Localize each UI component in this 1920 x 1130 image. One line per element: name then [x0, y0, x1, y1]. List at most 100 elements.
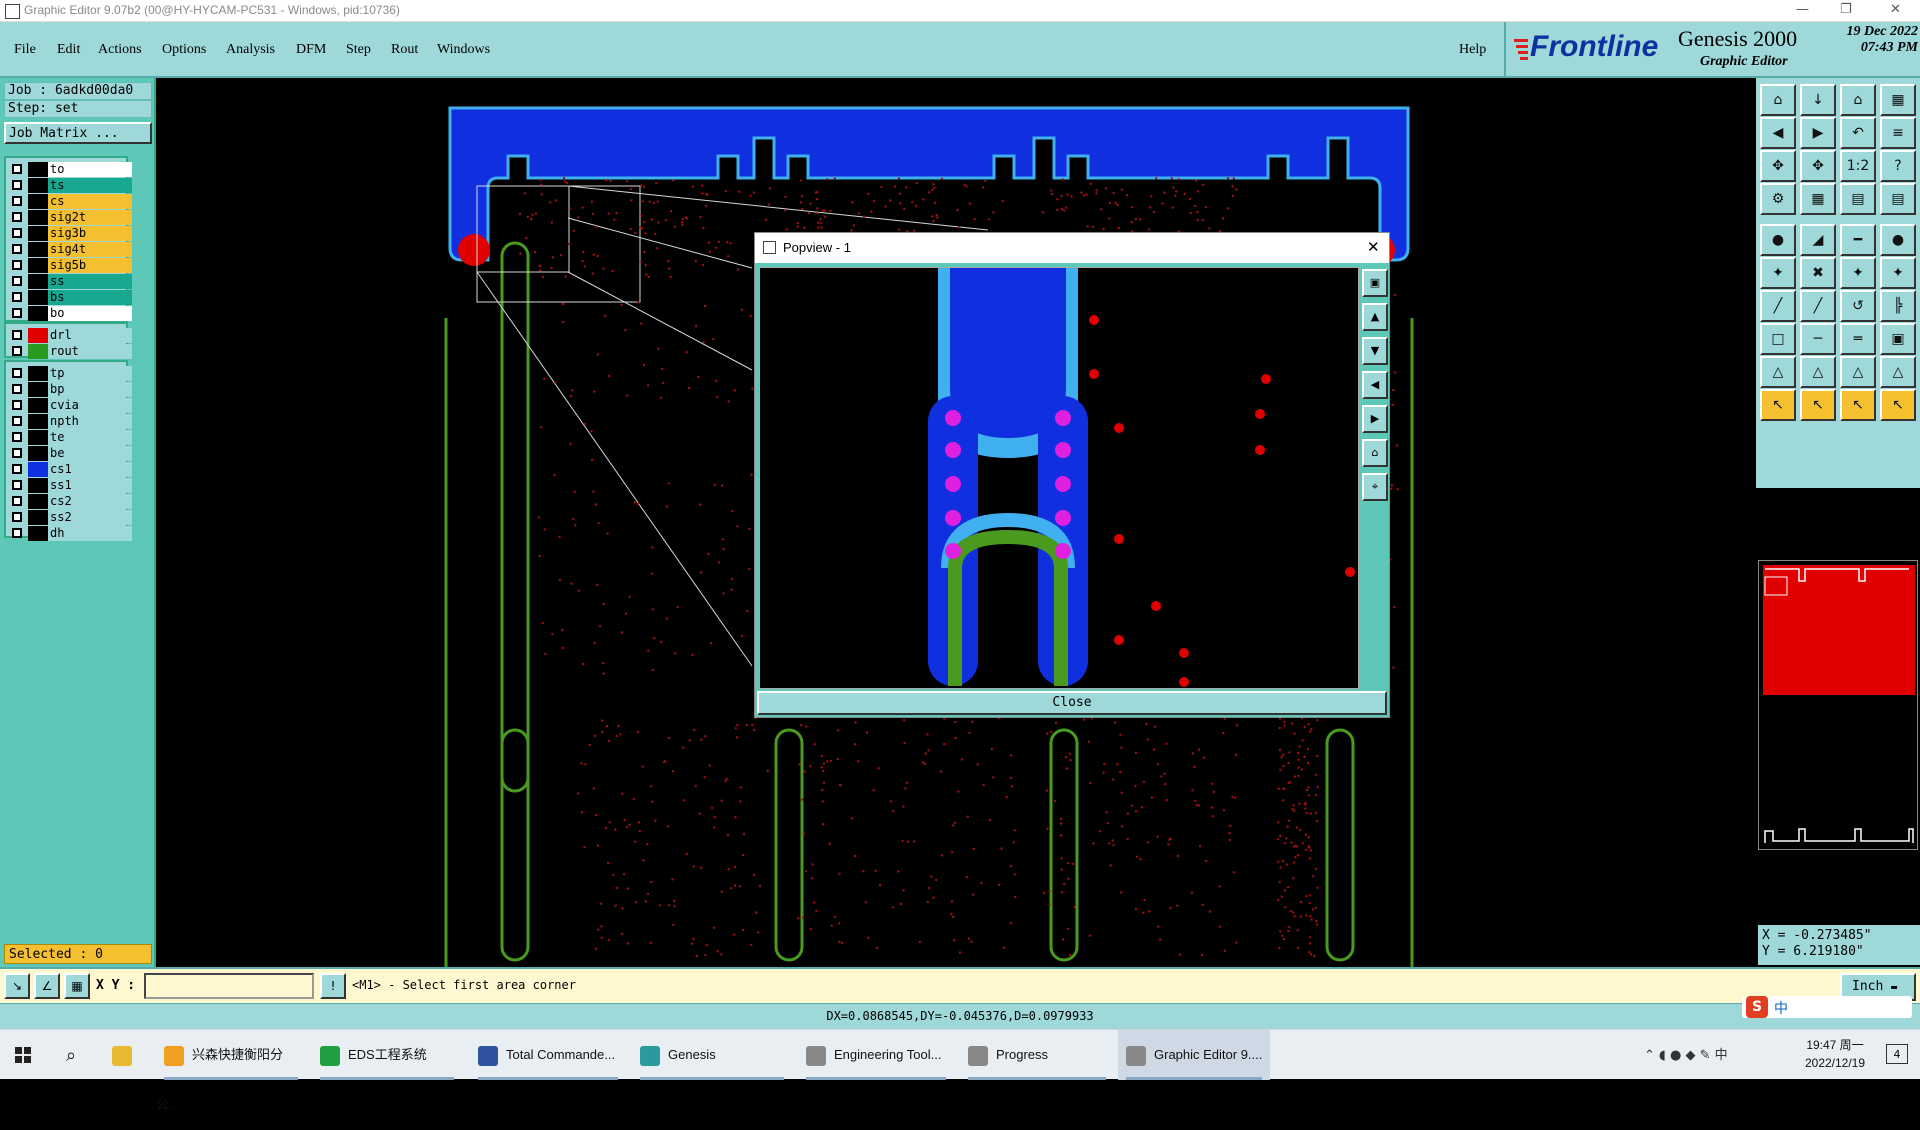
menu-edit[interactable]: Edit: [57, 42, 80, 58]
layer-checkbox[interactable]: [12, 164, 22, 174]
layer-name[interactable]: cs1: [48, 462, 132, 477]
maximize-button[interactable]: ❐: [1840, 2, 1852, 17]
layer-checkbox[interactable]: [12, 512, 22, 522]
system-clock[interactable]: 19:47 周一 2022/12/19: [1790, 1036, 1880, 1072]
layer-color-swatch[interactable]: [28, 478, 48, 493]
tray-icons[interactable]: ⌃ ◖ ● ◆ ✎ 中: [1644, 1044, 1774, 1066]
layer-checkbox[interactable]: [12, 276, 22, 286]
layer-color-swatch[interactable]: [28, 194, 48, 209]
layer-row-sig5b[interactable]: sig5b: [10, 258, 132, 273]
taskbar-item[interactable]: Total Commande...: [470, 1030, 626, 1080]
minimize-button[interactable]: —: [1796, 2, 1809, 17]
layer-checkbox[interactable]: [12, 528, 22, 538]
layer-name[interactable]: rout: [48, 344, 132, 359]
triangle-icon[interactable]: △: [1760, 356, 1796, 388]
layer-color-swatch[interactable]: [28, 274, 48, 289]
menu-dfm[interactable]: DFM: [296, 42, 326, 58]
layer-checkbox[interactable]: [12, 292, 22, 302]
layer-name[interactable]: te: [48, 430, 132, 445]
layer-name[interactable]: be: [48, 446, 132, 461]
layer-color-swatch[interactable]: [28, 446, 48, 461]
menu-rout[interactable]: Rout: [391, 42, 418, 58]
snap2-icon[interactable]: ▤: [1880, 183, 1916, 215]
measure-icon[interactable]: ∠: [34, 973, 60, 999]
layer-color-swatch[interactable]: [28, 398, 48, 413]
search-icon[interactable]: ⌕: [48, 1030, 94, 1080]
layer-color-swatch[interactable]: [28, 210, 48, 225]
layer-color-swatch[interactable]: [28, 526, 48, 541]
open-icon[interactable]: ⌂: [1760, 84, 1796, 116]
box-icon[interactable]: □: [1760, 323, 1796, 355]
next-icon[interactable]: ▶: [1800, 117, 1836, 149]
home-icon[interactable]: ⌂: [1840, 84, 1876, 116]
layer-color-swatch[interactable]: [28, 290, 48, 305]
draw-line-icon[interactable]: ╱: [1760, 290, 1796, 322]
window-icon[interactable]: ▦: [1880, 84, 1916, 116]
layer-row-bs[interactable]: bs: [10, 290, 132, 305]
pv-pan-right-icon[interactable]: ▶: [1362, 405, 1388, 433]
connect2-icon[interactable]: ✦: [1840, 257, 1876, 289]
copy-icon[interactable]: ▣: [1880, 323, 1916, 355]
menu-file[interactable]: File: [14, 42, 36, 58]
save-icon[interactable]: ↓: [1800, 84, 1836, 116]
grid-icon[interactable]: ▦: [64, 973, 90, 999]
layer-checkbox[interactable]: [12, 384, 22, 394]
xy-input[interactable]: [144, 973, 314, 999]
layer-name[interactable]: bo: [48, 306, 132, 321]
popview-canvas[interactable]: [759, 267, 1359, 689]
layer-color-swatch[interactable]: [28, 178, 48, 193]
settings-icon[interactable]: ⚙: [1760, 183, 1796, 215]
job-matrix-button[interactable]: Job Matrix ...: [4, 122, 152, 144]
scale-icon[interactable]: 1:2: [1840, 150, 1876, 182]
layer-checkbox[interactable]: [12, 368, 22, 378]
pv-center-icon[interactable]: ⌖: [1362, 473, 1388, 501]
layer-checkbox[interactable]: [12, 400, 22, 410]
layer-name[interactable]: sig3b: [48, 226, 132, 241]
menu-analysis[interactable]: Analysis: [226, 42, 275, 58]
layer-row-bp[interactable]: bp: [10, 382, 132, 397]
layer-row-tp[interactable]: tp: [10, 366, 132, 381]
layer-color-swatch[interactable]: [28, 306, 48, 321]
layer-color-swatch[interactable]: [28, 510, 48, 525]
minus-icon[interactable]: ─: [1800, 323, 1836, 355]
layer-color-swatch[interactable]: [28, 328, 48, 343]
layer-checkbox[interactable]: [12, 330, 22, 340]
layer-color-swatch[interactable]: [28, 366, 48, 381]
pv-zoom-fit-icon[interactable]: ▣: [1362, 269, 1388, 297]
layer-row-ss[interactable]: ss: [10, 274, 132, 289]
layer-checkbox[interactable]: [12, 180, 22, 190]
pv-home-icon[interactable]: ⌂: [1362, 439, 1388, 467]
split-icon[interactable]: ╠: [1880, 290, 1916, 322]
connect-icon[interactable]: ✦: [1760, 257, 1796, 289]
layer-color-swatch[interactable]: [28, 162, 48, 177]
layer-row-to[interactable]: to: [10, 162, 132, 177]
layer-color-swatch[interactable]: [28, 242, 48, 257]
layer-name[interactable]: sig2t: [48, 210, 132, 225]
layer-row-sig4t[interactable]: sig4t: [10, 242, 132, 257]
layer-checkbox[interactable]: [12, 496, 22, 506]
popview-close-button[interactable]: Close: [757, 691, 1387, 715]
grid-icon[interactable]: ▦: [1800, 183, 1836, 215]
layer-color-swatch[interactable]: [28, 462, 48, 477]
layer-color-swatch[interactable]: [28, 494, 48, 509]
layer-row-sig2t[interactable]: sig2t: [10, 210, 132, 225]
layer-color-swatch[interactable]: [28, 258, 48, 273]
connect3-icon[interactable]: ✦: [1880, 257, 1916, 289]
info-icon[interactable]: !: [320, 973, 346, 999]
layer-name[interactable]: bp: [48, 382, 132, 397]
close-window-button[interactable]: ✕: [1890, 2, 1901, 17]
taskbar-item[interactable]: Progress: [960, 1030, 1114, 1080]
delete-icon[interactable]: ✖: [1800, 257, 1836, 289]
help-icon[interactable]: ?: [1880, 150, 1916, 182]
layer-name[interactable]: cs: [48, 194, 132, 209]
menu-options[interactable]: Options: [162, 42, 206, 58]
pv-pan-left-icon[interactable]: ◀: [1362, 371, 1388, 399]
overview-minimap[interactable]: [1758, 560, 1918, 850]
layer-color-swatch[interactable]: [28, 226, 48, 241]
menu-help[interactable]: Help: [1459, 42, 1486, 58]
notification-icon[interactable]: 4: [1886, 1044, 1908, 1064]
layer-row-cvia[interactable]: cvia: [10, 398, 132, 413]
taskbar-item[interactable]: Genesis: [632, 1030, 792, 1080]
layer-name[interactable]: sig4t: [48, 242, 132, 257]
layer-checkbox[interactable]: [12, 244, 22, 254]
